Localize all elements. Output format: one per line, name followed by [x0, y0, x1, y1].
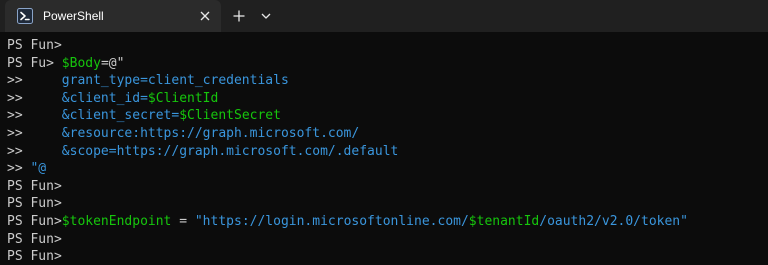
terminal-text-segment: >> — [7, 90, 62, 106]
terminal-text-segment: >> — [7, 108, 62, 124]
terminal-window: PowerShell PS Fun> PS Fu> $Body=@" >> gran… — [0, 0, 768, 265]
terminal-text-segment: >> — [7, 125, 62, 141]
terminal-text-segment: =@" — [100, 55, 125, 71]
terminal-text-segment: PS Fun> — [7, 213, 62, 229]
terminal-line: >> &resource:https://graph.microsoft.com… — [7, 125, 688, 143]
terminal-text-segment: grant_type=client_credentials — [61, 73, 289, 89]
terminal-text-segment: PS Fun> — [7, 38, 62, 53]
terminal-text-segment: $Body — [61, 55, 101, 71]
terminal-line: PS Fun> — [7, 248, 688, 265]
terminal-text-segment: $ClientSecret — [179, 108, 281, 124]
terminal-output[interactable]: PS Fun> PS Fu> $Body=@" >> grant_type=clie… — [0, 32, 768, 265]
terminal-line: >> grant_type=client_credentials — [7, 72, 688, 90]
terminal-text-segment: &client_secret= — [61, 108, 180, 124]
tab-strip: PowerShell — [0, 0, 768, 32]
terminal-text-segment: PS Fu> — [7, 55, 62, 71]
terminal-line: >> &client_id=$ClientId — [7, 90, 688, 108]
terminal-text-segment: /oauth2/v2.0/token" — [539, 213, 688, 229]
terminal-line: >> "@ — [7, 160, 688, 178]
terminal-line: PS Fun> — [7, 37, 688, 55]
terminal-line: PS Fun> — [7, 195, 688, 213]
plus-icon[interactable] — [231, 8, 247, 24]
terminal-text-segment: PS Fun> — [7, 196, 62, 212]
terminal-line: PS Fun> — [7, 178, 688, 196]
terminal-text-segment: >> — [7, 73, 62, 89]
terminal-text-segment: >> — [7, 143, 62, 159]
terminal-text-segment: PS Fun> — [7, 231, 62, 247]
terminal-line: >> &client_secret=$ClientSecret — [7, 107, 688, 125]
terminal-text-segment: &scope=https://graph.microsoft.com/.defa… — [61, 143, 399, 159]
tab-title: PowerShell — [43, 9, 104, 23]
powershell-icon — [17, 8, 33, 24]
terminal-text-segment: "@ — [30, 161, 47, 177]
terminal-text-segment: = — [171, 213, 195, 229]
terminal-text-segment: $ClientId — [147, 90, 219, 106]
terminal-text-segment: &resource:https://graph.microsoft.com/ — [61, 125, 360, 141]
terminal-text-segment: PS Fun> — [7, 249, 62, 265]
chevron-down-icon[interactable] — [258, 8, 274, 24]
terminal-line: PS Fun> — [7, 231, 688, 249]
close-icon[interactable] — [197, 8, 213, 24]
terminal-text-segment: "https://login.microsoftonline.com/ — [194, 213, 469, 229]
terminal-line: PS Fu> $Body=@" — [7, 55, 688, 73]
tab-powershell[interactable]: PowerShell — [5, 0, 221, 32]
terminal-text-segment: &client_id= — [61, 90, 148, 106]
terminal-lines: PS Fun> PS Fu> $Body=@" >> grant_type=clie… — [7, 37, 688, 265]
terminal-text-segment: PS Fun> — [7, 178, 62, 194]
terminal-line: PS Fun>$tokenEndpoint = "https://login.m… — [7, 213, 688, 231]
terminal-text-segment: >> — [7, 161, 31, 177]
terminal-line: >> &scope=https://graph.microsoft.com/.d… — [7, 143, 688, 161]
terminal-text-segment: $tenantId — [468, 213, 540, 229]
terminal-text-segment: $tokenEndpoint — [61, 213, 172, 229]
